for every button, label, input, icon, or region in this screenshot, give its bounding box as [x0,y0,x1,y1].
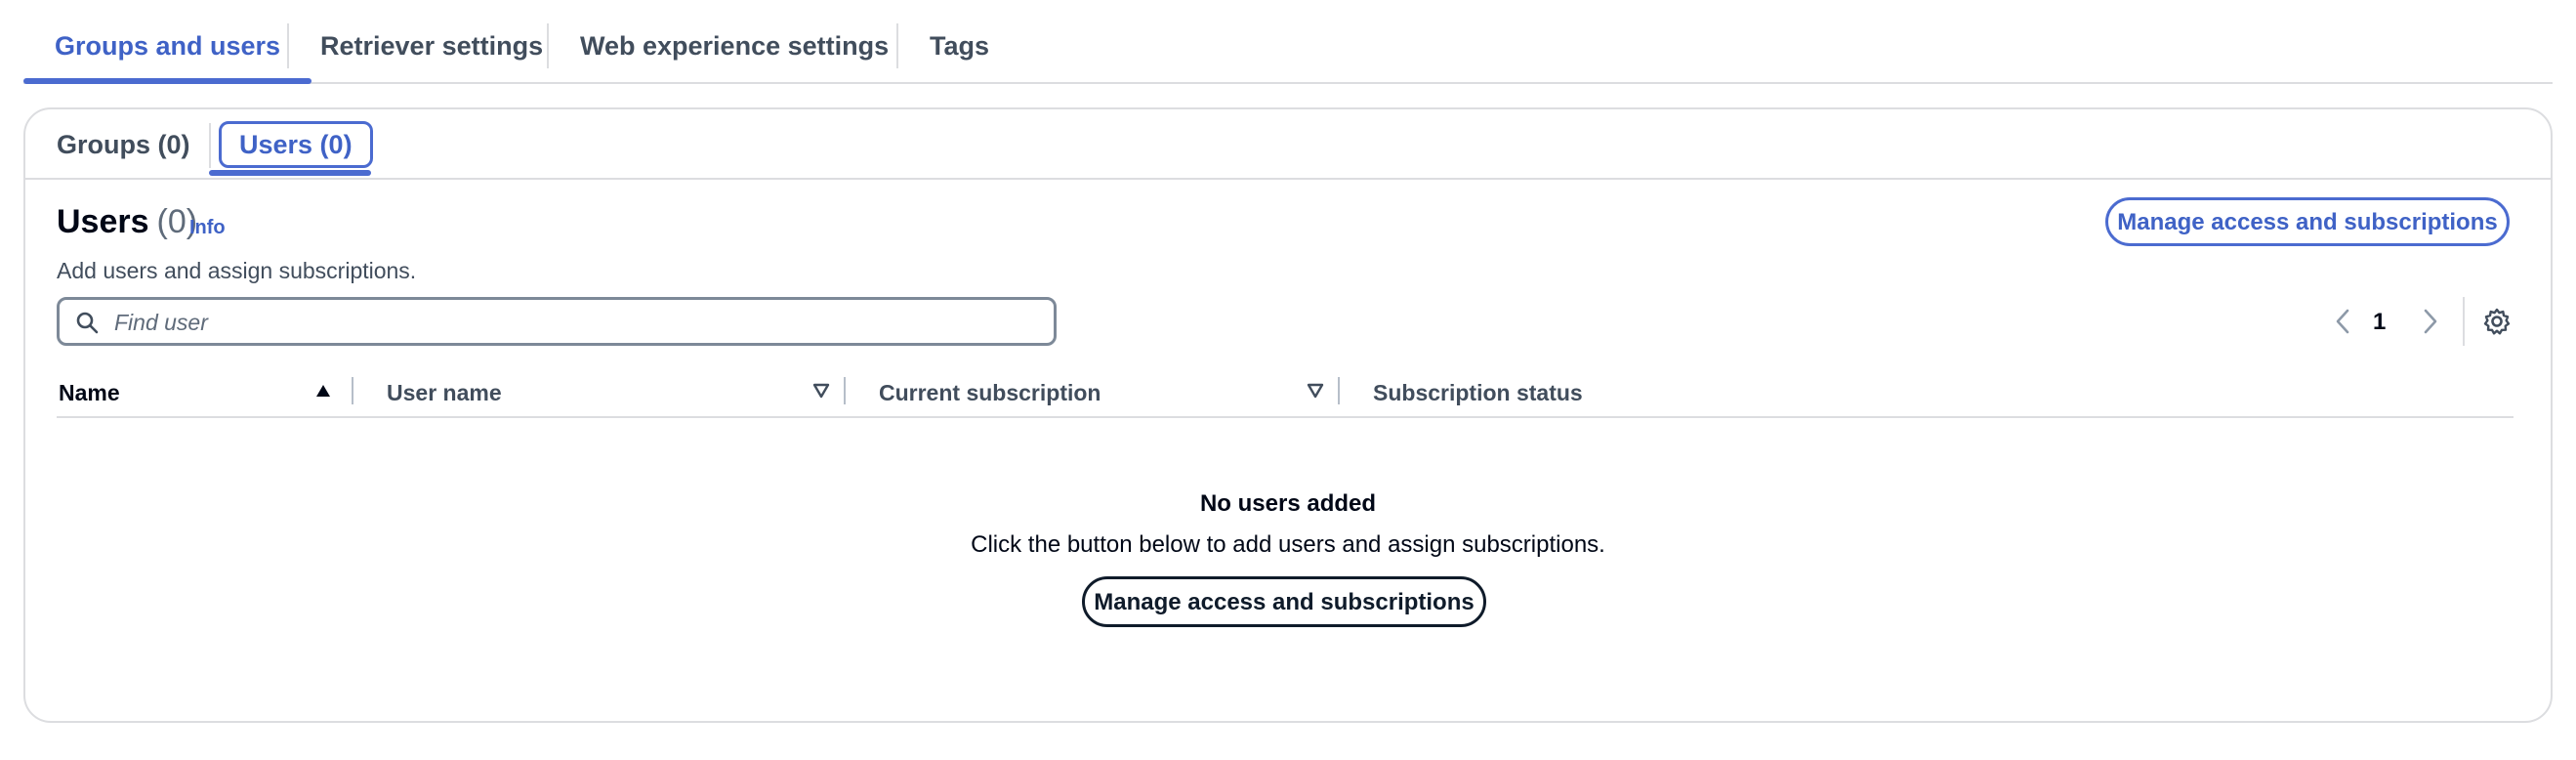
users-container: Groups (0) Users (0) Users (0) Info Add u… [23,107,2553,723]
column-resizer[interactable] [1338,377,1340,404]
sort-ascending-icon[interactable] [314,383,332,399]
column-name[interactable]: Name [59,365,120,416]
tab-groups[interactable]: Groups (0) [57,123,190,166]
top-tab-bar: Groups and users Retriever settings Web … [23,0,2553,84]
tab-users[interactable]: Users (0) [219,121,373,168]
inner-tab-bar: Groups (0) Users (0) [25,109,2551,180]
tab-tags[interactable]: Tags [898,0,1020,82]
info-link[interactable]: Info [189,217,226,239]
title-text: Users [57,203,149,240]
column-user-name[interactable]: User name [387,365,502,416]
search-field[interactable] [57,297,1057,346]
pager-divider [2463,297,2465,346]
column-current-subscription[interactable]: Current subscription [879,365,1101,416]
search-input[interactable] [114,306,1032,339]
active-tab-indicator [209,170,371,176]
empty-state-description: Click the button below to add users and … [971,531,1605,558]
column-resizer[interactable] [844,377,846,404]
manage-access-button[interactable]: Manage access and subscriptions [2105,197,2510,246]
empty-state-manage-access-button[interactable]: Manage access and subscriptions [1082,576,1486,627]
gear-icon[interactable] [2482,307,2512,336]
tab-web-experience-settings[interactable]: Web experience settings [549,0,920,82]
search-icon [76,312,99,334]
tab-divider [209,123,211,168]
tab-groups-and-users[interactable]: Groups and users [23,0,312,84]
empty-state-title: No users added [1199,490,1377,517]
sort-unsorted-icon[interactable] [1307,383,1324,399]
sort-unsorted-icon[interactable] [812,383,830,399]
page-title: Users (0) [57,203,197,241]
header-description: Add users and assign subscriptions. [57,258,417,283]
table-header: Name User name Current subscription Subs… [57,365,2514,418]
chevron-right-icon[interactable] [2418,305,2443,338]
column-subscription-status[interactable]: Subscription status [1373,365,1583,416]
chevron-left-icon[interactable] [2330,305,2355,338]
column-resizer[interactable] [352,377,353,404]
page-number[interactable]: 1 [2373,309,2386,336]
tab-retriever-settings[interactable]: Retriever settings [289,0,574,82]
